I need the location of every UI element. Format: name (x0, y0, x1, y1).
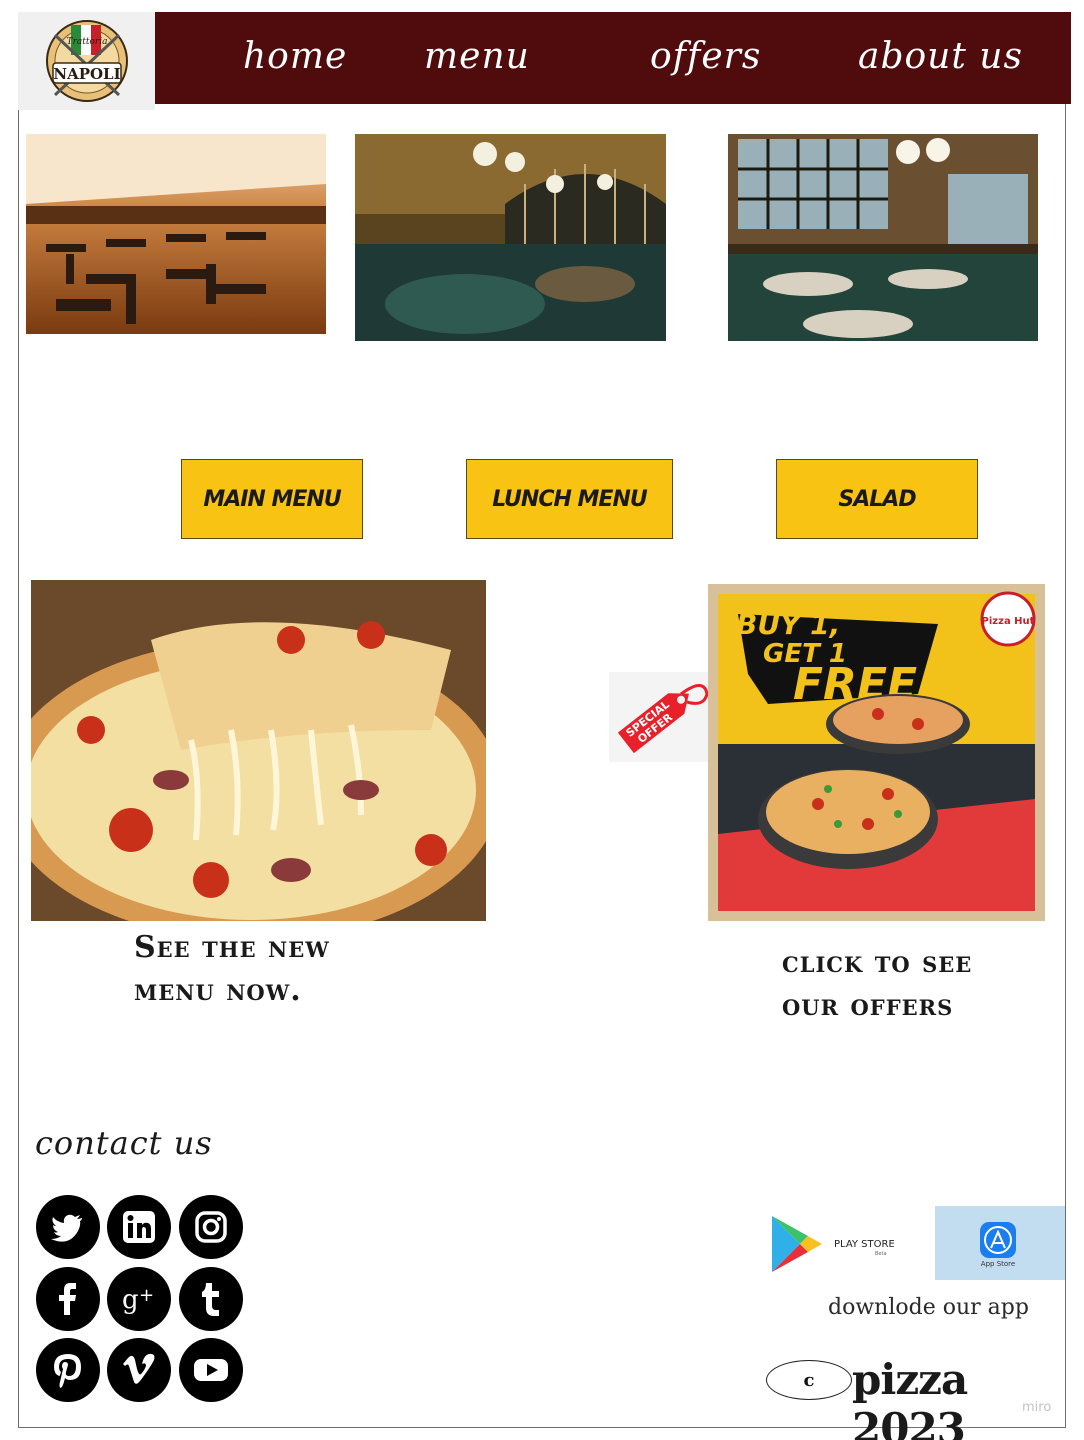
logo[interactable]: Trattoria NAPOLI (18, 12, 155, 110)
pizza-photo[interactable] (31, 580, 486, 921)
restaurant-photo-2 (355, 134, 666, 341)
svg-text:Pizza Hut: Pizza Hut (982, 616, 1035, 627)
svg-text:Beta: Beta (875, 1251, 887, 1257)
app-store-badge[interactable]: App Store (935, 1206, 1065, 1280)
svg-text:+: + (139, 1285, 154, 1306)
menu-caption-line-2: menu now. (134, 973, 302, 1008)
download-app-text: downlode our app (828, 1295, 1029, 1320)
offers-caption-line-2: our offers (782, 988, 954, 1023)
miro-watermark: miro (1022, 1400, 1052, 1415)
twitter-icon[interactable] (36, 1195, 100, 1259)
facebook-icon[interactable] (36, 1267, 100, 1331)
nav-home[interactable]: home (243, 36, 347, 77)
menu-caption[interactable]: See the new menu now. (134, 926, 330, 1012)
copyright-text: pizza 2023 (852, 1355, 968, 1440)
svg-text:NAPOLI: NAPOLI (53, 65, 120, 83)
svg-text:g: g (122, 1285, 139, 1315)
nav-about-us[interactable]: about us (858, 36, 1023, 77)
salad-button[interactable]: salad (776, 459, 978, 539)
linkedin-icon[interactable] (107, 1195, 171, 1259)
play-store-icon: PLAY STORE Beta (772, 1216, 895, 1272)
nav-offers[interactable]: offers (650, 36, 761, 77)
app-store-icon: App Store (980, 1222, 1016, 1268)
napoli-logo-icon: Trattoria NAPOLI (45, 20, 128, 102)
svg-text:App Store: App Store (981, 1260, 1015, 1268)
play-store-badge[interactable]: PLAY STORE Beta (766, 1208, 895, 1278)
menu-caption-line-1: See the new (134, 930, 330, 965)
tumblr-icon[interactable] (179, 1267, 243, 1331)
offer-ad[interactable]: Pizza Hut BUY 1, GET 1 FREE (708, 584, 1045, 921)
svg-text:BUY 1,: BUY 1, (736, 608, 840, 641)
lunch-menu-button[interactable]: Lunch menu (466, 459, 673, 539)
vimeo-icon[interactable] (107, 1338, 171, 1402)
youtube-icon[interactable] (179, 1338, 243, 1402)
copyright-symbol: c (766, 1360, 852, 1400)
pinterest-icon[interactable] (36, 1338, 100, 1402)
restaurant-photo-1 (26, 134, 326, 334)
svg-text:PLAY STORE: PLAY STORE (834, 1239, 894, 1250)
google-plus-icon[interactable]: g + (107, 1267, 171, 1331)
offers-caption-line-1: click to see (782, 945, 973, 980)
main-menu-button[interactable]: Main menu (181, 459, 363, 539)
contact-title: contact us (35, 1124, 213, 1162)
nav-menu[interactable]: menu (424, 36, 530, 77)
instagram-icon[interactable] (179, 1195, 243, 1259)
restaurant-photo-3 (728, 134, 1038, 341)
svg-text:Trattoria: Trattoria (66, 37, 107, 47)
offers-caption[interactable]: click to see our offers (782, 941, 972, 1027)
special-offer-tag: SPECIAL OFFER (609, 672, 709, 762)
